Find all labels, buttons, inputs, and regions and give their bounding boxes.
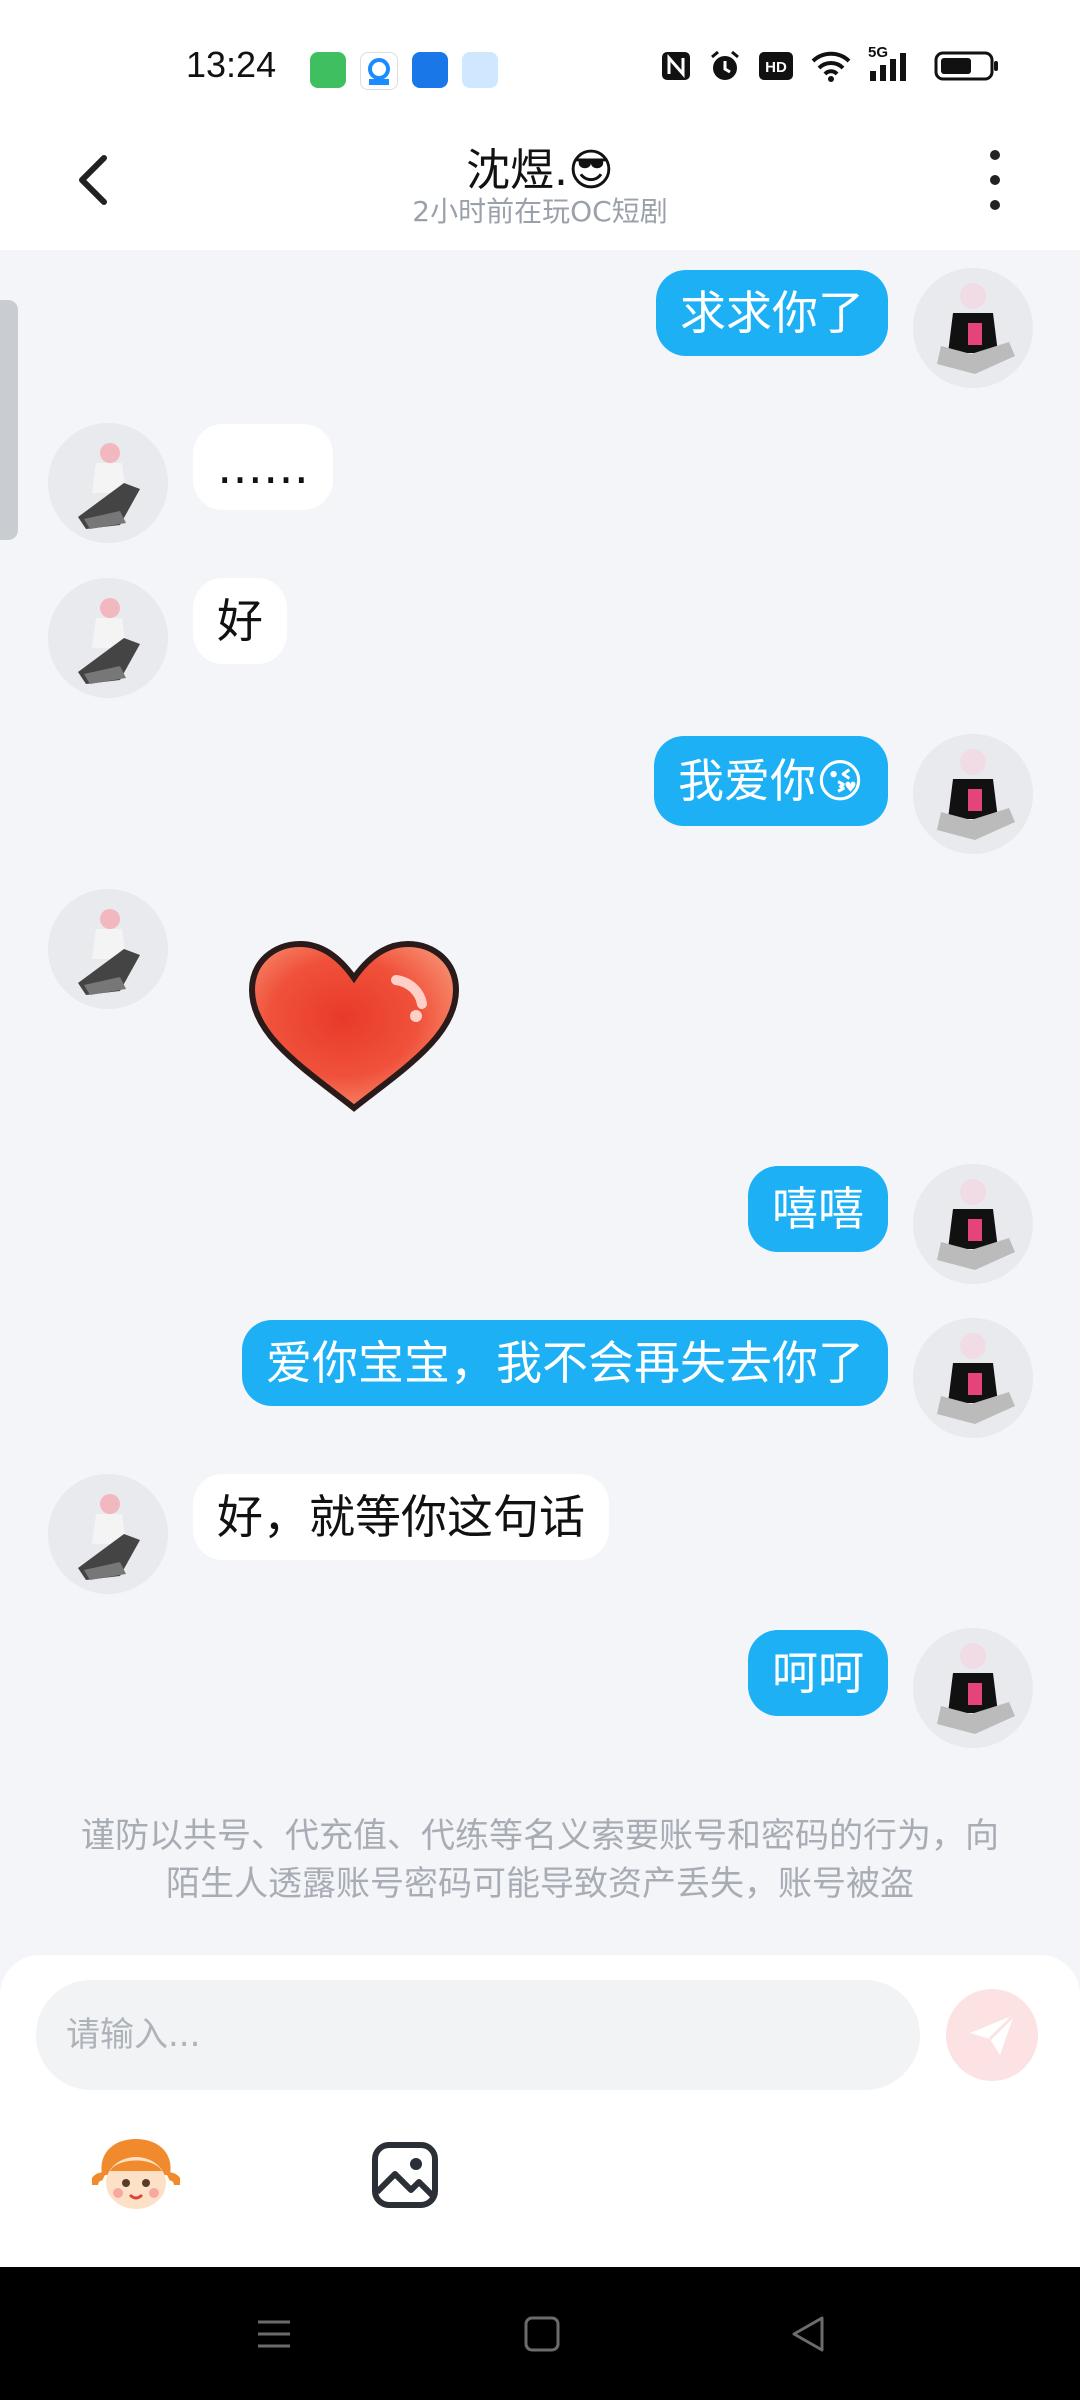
network-label: 5G	[868, 44, 889, 61]
contact-avatar[interactable]	[48, 889, 168, 1009]
battery-icon	[934, 48, 1000, 84]
message-bubble-outgoing[interactable]: 求求你了	[656, 270, 888, 356]
my-avatar[interactable]	[913, 734, 1033, 854]
system-navigation-bar	[0, 2267, 1080, 2400]
emoji-sticker-button[interactable]	[90, 2135, 182, 2215]
message-bubble-incoming[interactable]: 好	[193, 578, 287, 664]
home-nav-button[interactable]	[520, 2312, 564, 2356]
message-bubble-incoming[interactable]: 好，就等你这句话	[193, 1474, 609, 1560]
message-bubble-outgoing[interactable]: 爱你宝宝，我不会再失去你了	[242, 1320, 888, 1406]
status-indicators: HD 5G	[660, 44, 1000, 84]
mascot-emoji-icon	[90, 2139, 182, 2209]
chat-header: 沈煜.😎 2小时前在玩OC短剧	[0, 120, 1080, 250]
blue-app-icon	[412, 52, 448, 88]
square-icon	[524, 2316, 560, 2352]
contact-name: 沈煜.😎	[466, 145, 614, 196]
my-avatar[interactable]	[913, 1164, 1033, 1284]
message-composer	[0, 1955, 1080, 2267]
flying-app-icon	[462, 52, 498, 88]
5g-signal-icon: 5G	[868, 44, 918, 84]
contact-avatar[interactable]	[48, 423, 168, 543]
wifi-icon	[810, 48, 852, 84]
edge-scroll-handle[interactable]	[0, 300, 18, 540]
status-bar: 13:24 HD 5G	[0, 0, 1080, 120]
my-avatar[interactable]	[913, 1318, 1033, 1438]
message-bubble-outgoing[interactable]: 我爱你😘	[654, 736, 888, 826]
message-bubble-outgoing[interactable]: 呵呵	[748, 1630, 888, 1716]
my-avatar[interactable]	[913, 268, 1033, 388]
message-input[interactable]	[36, 1980, 920, 2090]
contact-avatar[interactable]	[48, 578, 168, 698]
send-icon	[970, 2013, 1016, 2055]
contact-status: 2小时前在玩OC短剧	[412, 195, 668, 228]
alarm-icon	[708, 48, 742, 84]
heart-sticker-message[interactable]	[246, 940, 462, 1116]
recents-nav-button[interactable]	[252, 2312, 296, 2356]
my-avatar[interactable]	[913, 1628, 1033, 1748]
back-nav-button[interactable]	[786, 2312, 830, 2356]
heart-icon	[248, 940, 460, 1112]
nfc-icon	[660, 48, 692, 84]
send-button[interactable]	[946, 1989, 1038, 2081]
more-options-icon[interactable]	[980, 150, 1010, 210]
messages-app-icon	[310, 52, 346, 88]
weather-app-icon	[360, 52, 398, 90]
hd-icon: HD	[758, 48, 794, 84]
menu-icon	[258, 2320, 290, 2348]
image-icon	[372, 2142, 438, 2208]
message-bubble-incoming[interactable]: ……	[193, 424, 333, 510]
status-time: 13:24	[186, 44, 277, 85]
message-bubble-outgoing[interactable]: 嘻嘻	[748, 1166, 888, 1252]
image-picker-button[interactable]	[370, 2140, 440, 2210]
safety-notice: 谨防以共号、代充值、代练等名义索要账号和密码的行为，向陌生人透露账号密码可能导致…	[81, 1816, 999, 1904]
notification-app-icons	[310, 52, 498, 90]
triangle-back-icon	[792, 2316, 824, 2352]
hd-label: HD	[765, 59, 787, 76]
contact-avatar[interactable]	[48, 1474, 168, 1594]
